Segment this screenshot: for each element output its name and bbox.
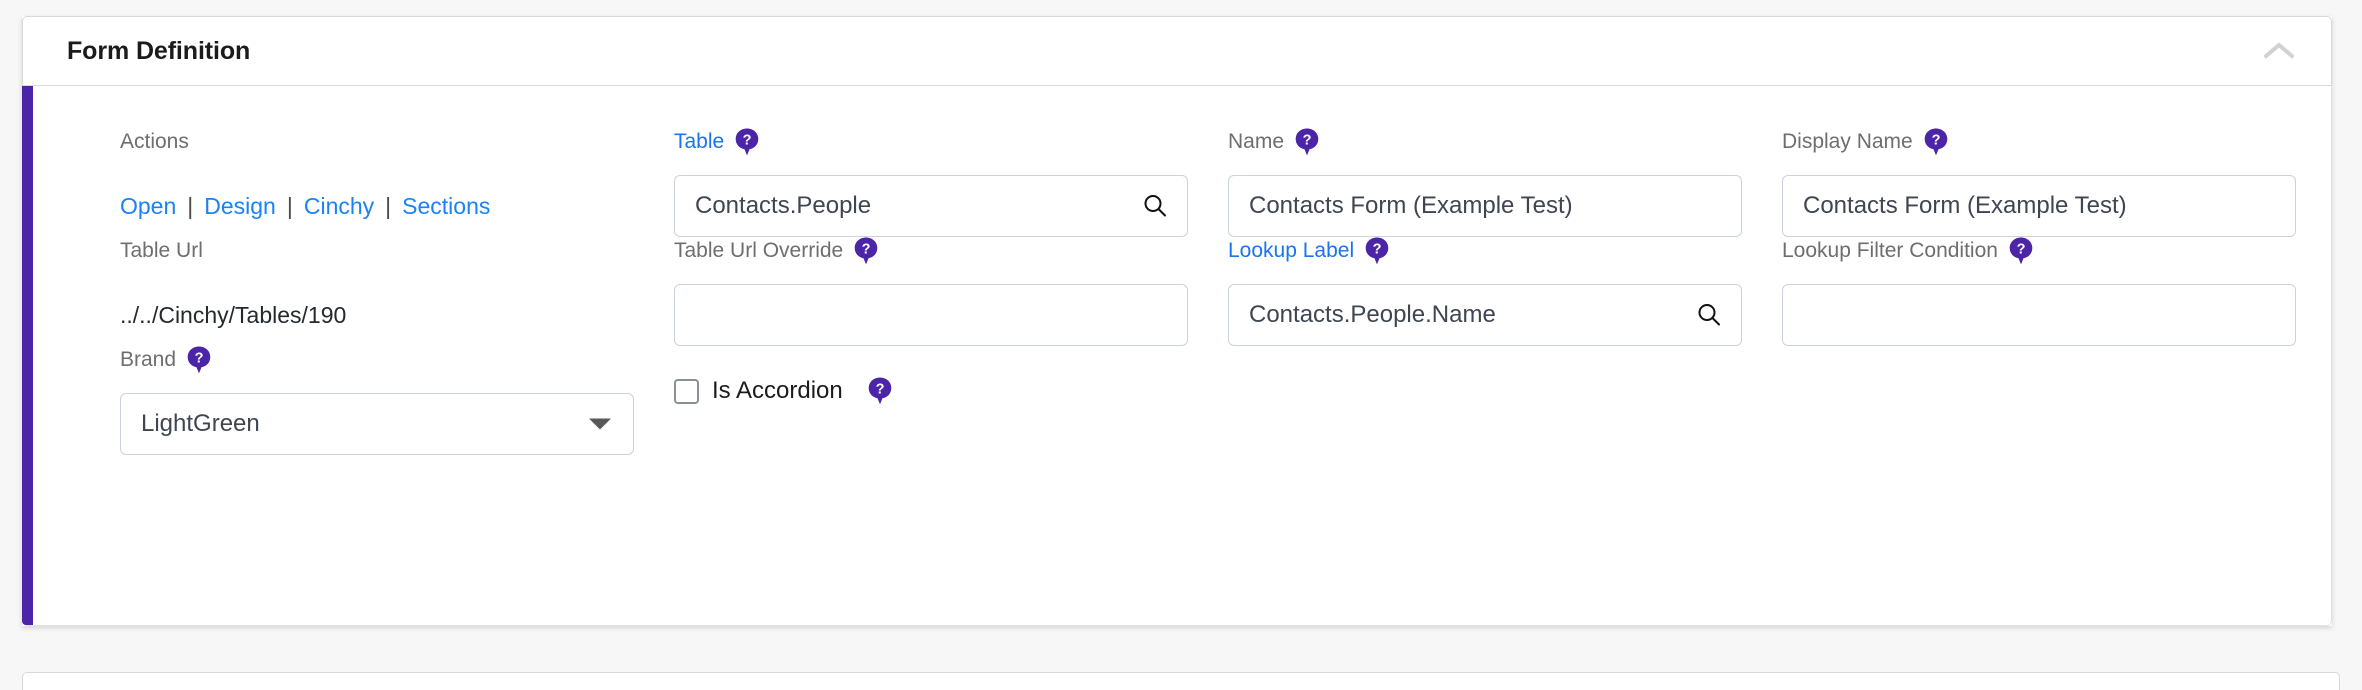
help-icon[interactable]: ? bbox=[2009, 237, 2033, 265]
field-table-url: Table Url ../../Cinchy/Tables/190 bbox=[120, 237, 674, 346]
display-name-label: Display Name bbox=[1782, 130, 1913, 153]
svg-text:?: ? bbox=[1303, 133, 1312, 149]
lookup-label-input[interactable]: Contacts.People.Name bbox=[1228, 284, 1742, 346]
field-brand: Brand ? LightGreen bbox=[120, 346, 674, 455]
help-icon[interactable]: ? bbox=[854, 237, 878, 265]
table-input[interactable]: Contacts.People bbox=[674, 175, 1188, 237]
chevron-up-icon bbox=[2264, 42, 2294, 60]
brand-label-group: Brand ? bbox=[120, 346, 634, 374]
display-name-label-group: Display Name ? bbox=[1782, 128, 2296, 156]
help-icon[interactable]: ? bbox=[1924, 128, 1948, 156]
action-link-design[interactable]: Design bbox=[204, 175, 276, 237]
field-lookup-label: Lookup Label ? Contacts.People.Name bbox=[1228, 237, 1782, 346]
card-body: Actions Open | Design | Cinchy | Section… bbox=[22, 86, 2332, 626]
action-separator: | bbox=[385, 193, 392, 219]
help-icon[interactable]: ? bbox=[735, 128, 759, 156]
field-empty-2 bbox=[1782, 346, 2336, 455]
lookup-filter-condition-label-group: Lookup Filter Condition ? bbox=[1782, 237, 2296, 265]
display-name-input[interactable]: Contacts Form (Example Test) bbox=[1782, 175, 2296, 237]
help-icon[interactable]: ? bbox=[868, 377, 892, 405]
action-link-sections[interactable]: Sections bbox=[402, 175, 490, 237]
chevron-down-icon bbox=[589, 418, 611, 430]
action-separator: | bbox=[286, 193, 293, 219]
table-url-override-label-group: Table Url Override ? bbox=[674, 237, 1188, 265]
field-lookup-filter-condition: Lookup Filter Condition ? bbox=[1782, 237, 2336, 346]
accent-bar bbox=[22, 86, 33, 625]
actions-label: Actions bbox=[120, 130, 189, 153]
table-url-value: ../../Cinchy/Tables/190 bbox=[120, 302, 347, 328]
brand-select-value: LightGreen bbox=[141, 410, 260, 437]
svg-text:?: ? bbox=[875, 382, 884, 398]
svg-text:?: ? bbox=[862, 242, 871, 258]
table-url-override-label: Table Url Override bbox=[674, 239, 844, 262]
is-accordion-checkbox[interactable] bbox=[674, 378, 699, 404]
next-card-edge bbox=[22, 672, 2340, 690]
is-accordion-row: Is Accordion ? bbox=[674, 360, 1188, 422]
table-label[interactable]: Table bbox=[674, 128, 724, 156]
action-link-cinchy[interactable]: Cinchy bbox=[304, 175, 374, 237]
field-name: Name ? Contacts Form (Example Test) bbox=[1228, 128, 1782, 237]
lookup-label-label-group: Lookup Label ? bbox=[1228, 237, 1742, 265]
name-label: Name bbox=[1228, 130, 1285, 153]
search-icon[interactable] bbox=[1142, 193, 1168, 219]
actions-label-group: Actions bbox=[120, 128, 634, 156]
brand-select[interactable]: LightGreen bbox=[120, 393, 634, 455]
field-table-url-override: Table Url Override ? bbox=[674, 237, 1228, 346]
table-url-label-group: Table Url bbox=[120, 237, 634, 265]
fields-grid: Actions Open | Design | Cinchy | Section… bbox=[120, 128, 2301, 455]
action-link-open[interactable]: Open bbox=[120, 175, 176, 237]
help-icon[interactable]: ? bbox=[187, 346, 211, 374]
form-definition-card: Form Definition Actions Open | Design | … bbox=[22, 16, 2332, 626]
name-label-group: Name ? bbox=[1228, 128, 1742, 156]
card-header: Form Definition bbox=[22, 16, 2332, 86]
svg-text:?: ? bbox=[1373, 242, 1382, 258]
collapse-toggle-button[interactable] bbox=[2257, 29, 2301, 73]
search-icon[interactable] bbox=[1696, 302, 1722, 328]
lookup-filter-condition-input[interactable] bbox=[1782, 284, 2296, 346]
field-actions: Actions Open | Design | Cinchy | Section… bbox=[120, 128, 674, 237]
field-display-name: Display Name ? Contacts Form (Example Te… bbox=[1782, 128, 2336, 237]
svg-text:?: ? bbox=[1931, 133, 1940, 149]
help-icon[interactable]: ? bbox=[1365, 237, 1389, 265]
lookup-label-label[interactable]: Lookup Label bbox=[1228, 237, 1354, 265]
page-title: Form Definition bbox=[67, 36, 251, 65]
field-is-accordion: Is Accordion ? bbox=[674, 346, 1228, 455]
svg-text:?: ? bbox=[195, 351, 204, 367]
table-label-group: Table ? bbox=[674, 128, 1188, 156]
svg-text:?: ? bbox=[743, 133, 752, 149]
name-input[interactable]: Contacts Form (Example Test) bbox=[1228, 175, 1742, 237]
is-accordion-label: Is Accordion bbox=[712, 377, 843, 404]
table-url-override-input[interactable] bbox=[674, 284, 1188, 346]
actions-links: Open | Design | Cinchy | Sections bbox=[120, 175, 634, 237]
page-root: Form Definition Actions Open | Design | … bbox=[0, 0, 2362, 690]
field-table: Table ? Contacts.People bbox=[674, 128, 1228, 237]
svg-text:?: ? bbox=[2017, 242, 2026, 258]
brand-label: Brand bbox=[120, 348, 177, 371]
action-separator: | bbox=[187, 193, 194, 219]
lookup-filter-condition-label: Lookup Filter Condition bbox=[1782, 239, 1998, 262]
table-input-value: Contacts.People bbox=[695, 192, 872, 219]
display-name-input-value: Contacts Form (Example Test) bbox=[1803, 192, 2127, 219]
table-url-label: Table Url bbox=[120, 239, 203, 262]
lookup-label-input-value: Contacts.People.Name bbox=[1249, 301, 1496, 328]
help-icon[interactable]: ? bbox=[1295, 128, 1319, 156]
field-empty-1 bbox=[1228, 346, 1782, 455]
name-input-value: Contacts Form (Example Test) bbox=[1249, 192, 1573, 219]
